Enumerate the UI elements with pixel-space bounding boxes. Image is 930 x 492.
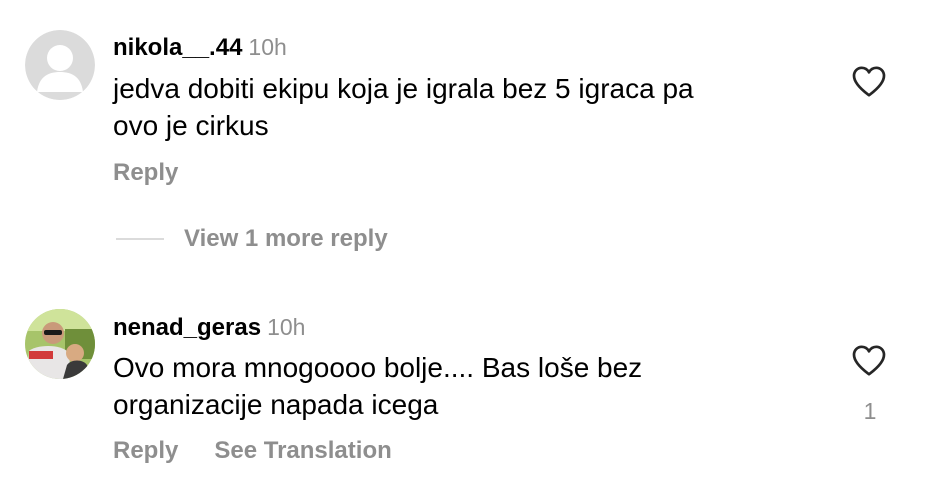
comment-text-line: ovo je cirkus	[113, 110, 269, 141]
view-more-replies-label: View 1 more reply	[184, 225, 388, 252]
reply-thread-divider	[116, 238, 164, 240]
comment-text: jedva dobiti ekipu koja je igrala bez 5 …	[113, 70, 803, 144]
like-count: 1	[863, 398, 877, 424]
username[interactable]: nenad_geras	[113, 314, 261, 341]
heart-icon[interactable]	[851, 343, 887, 377]
comment-meta: nenad_geras 10h	[113, 314, 305, 342]
reply-button[interactable]: Reply	[113, 437, 178, 464]
comment-actions: Reply See Translation	[113, 437, 392, 465]
comment-actions: Reply	[113, 159, 178, 187]
avatar-default-icon[interactable]	[25, 30, 95, 100]
avatar[interactable]	[25, 309, 95, 379]
profile-photo	[25, 309, 95, 379]
comment-text-line: Ovo mora mnogoooo bolje.... Bas loše bez	[113, 352, 643, 383]
comment-text-line: organizacije napada icega	[113, 389, 439, 420]
timestamp: 10h	[248, 34, 287, 60]
comment-text-line: jedva dobiti ekipu koja je igrala bez 5 …	[113, 73, 694, 104]
username[interactable]: nikola__.44	[113, 34, 242, 61]
comment-meta: nikola__.44 10h	[113, 34, 287, 62]
reply-button[interactable]: Reply	[113, 159, 178, 186]
comment-text: Ovo mora mnogoooo bolje.... Bas loše bez…	[113, 349, 803, 423]
timestamp: 10h	[267, 314, 306, 340]
heart-icon[interactable]	[851, 64, 887, 98]
view-more-replies-button[interactable]: View 1 more reply	[116, 225, 388, 255]
see-translation-button[interactable]: See Translation	[214, 437, 391, 464]
